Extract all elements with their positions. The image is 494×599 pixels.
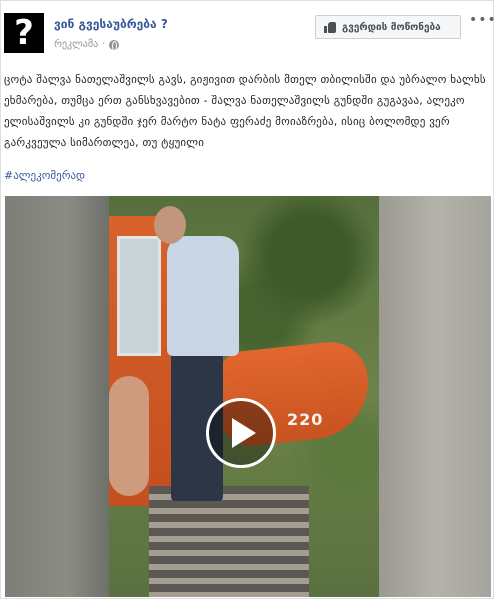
person-shirt: [167, 236, 239, 356]
question-mark-icon: ?: [14, 13, 34, 53]
like-page-label: გვერდის მოწონება: [342, 21, 441, 33]
page-avatar[interactable]: ?: [4, 13, 44, 53]
excavator-track: [149, 486, 309, 597]
play-icon: [232, 418, 256, 448]
video-frame: 220: [109, 196, 379, 597]
sponsored-label[interactable]: რეკლამა: [54, 39, 98, 50]
excavator-model-label: 220: [287, 410, 324, 429]
cab-window: [117, 236, 161, 356]
post-text: ცოტა შალვა ნათელაშვილს გავს, გიჟივით დარ…: [4, 73, 486, 149]
meta-separator: ·: [102, 39, 106, 50]
post-header: ? ვინ გვესაუბრება ? რეკლამა · გვერდის მო…: [1, 1, 494, 61]
like-page-button[interactable]: გვერდის მოწონება: [315, 15, 461, 39]
hashtag-link[interactable]: #ალეკომერად: [4, 169, 85, 182]
page-name-link[interactable]: ვინ გვესაუბრება ?: [54, 17, 168, 31]
bystander-arm: [109, 376, 149, 496]
globe-icon: [109, 39, 120, 51]
video-blur-left: [5, 196, 109, 597]
sponsored-post-card: ? ვინ გვესაუბრება ? რეკლამა · გვერდის მო…: [0, 0, 494, 599]
video-player[interactable]: 220: [5, 196, 491, 597]
video-blur-right: [379, 196, 491, 597]
play-button[interactable]: [206, 398, 276, 468]
post-meta: რეკლამა ·: [54, 39, 120, 51]
thumbs-up-icon: [324, 21, 336, 33]
more-options-icon[interactable]: •••: [469, 13, 494, 27]
person-head: [154, 206, 186, 244]
